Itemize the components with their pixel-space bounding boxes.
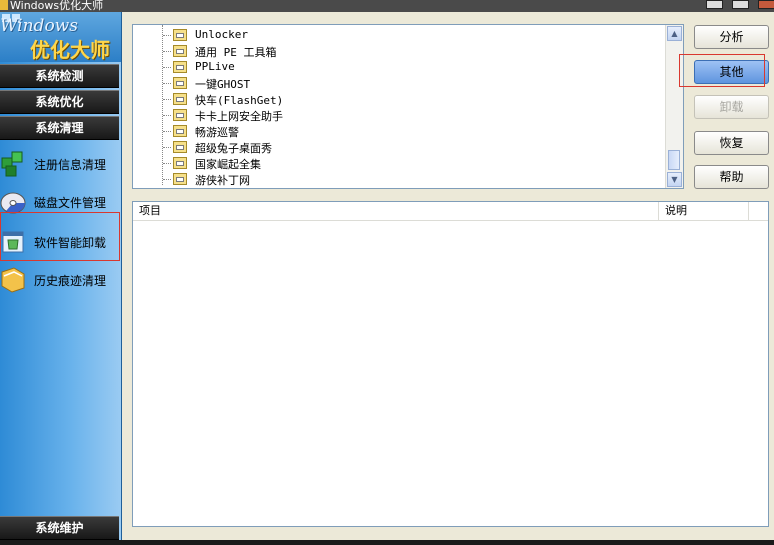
tree-item-label: 一键GHOST: [195, 78, 251, 91]
folder-icon: [173, 125, 187, 137]
section-system-optimization[interactable]: 系统优化: [0, 90, 119, 114]
tree-connector: [163, 51, 171, 52]
tree-item-label: 国家崛起全集: [195, 158, 261, 171]
tree-item-label: 卡卡上网安全助手: [195, 110, 283, 123]
folder-icon: [173, 77, 187, 89]
tree-connector: [163, 147, 171, 148]
logo-text-windows: Windows: [0, 16, 78, 36]
tree-item-label: 通用 PE 工具箱: [195, 46, 277, 59]
column-header-item[interactable]: 项目: [133, 202, 659, 220]
folder-icon: [173, 141, 187, 153]
tree-item-label: 游侠补丁网: [195, 174, 250, 187]
logo-text-name: 优化大师: [30, 38, 110, 62]
help-button[interactable]: 帮助: [694, 165, 769, 189]
tree-connector: [163, 179, 171, 180]
sidebar-item-label: 磁盘文件管理: [34, 196, 107, 210]
status-bar: [0, 540, 774, 545]
section-system-cleanup[interactable]: 系统清理: [0, 116, 119, 140]
scroll-thumb[interactable]: [668, 150, 680, 170]
sidebar-item-label: 历史痕迹清理: [34, 274, 107, 288]
folder-icon: [173, 157, 187, 169]
folder-icon: [173, 29, 187, 41]
tree-connector: [163, 83, 171, 84]
section-system-detection[interactable]: 系统检测: [0, 64, 119, 88]
highlight-box-sidebar: [0, 212, 120, 261]
close-button[interactable]: [758, 0, 774, 9]
folder-icon: [173, 61, 187, 73]
scroll-down-icon[interactable]: ▼: [667, 172, 682, 187]
tree-vertical-scrollbar[interactable]: ▲ ▼: [665, 25, 683, 188]
details-list: 项目 说明: [132, 201, 769, 527]
sidebar: Windows 优化大师 系统检测 系统优化 系统清理 注册信息清理 磁盘文件管…: [0, 12, 122, 540]
tree-item-label: 超级兔子桌面秀: [195, 142, 272, 155]
tree-connector: [163, 131, 171, 132]
column-header-description[interactable]: 说明: [659, 202, 749, 220]
folder-icon: [173, 93, 187, 105]
restore-button[interactable]: 恢复: [694, 131, 769, 155]
highlight-box-other: [679, 54, 765, 87]
app-logo: Windows 优化大师: [0, 12, 121, 62]
history-icon: [1, 267, 25, 293]
sidebar-item-registry-cleanup[interactable]: 注册信息清理: [0, 146, 119, 182]
maximize-button[interactable]: [732, 0, 749, 9]
folder-icon: [173, 45, 187, 57]
scroll-up-icon[interactable]: ▲: [667, 26, 682, 41]
tree-item-label: Unlocker: [195, 28, 248, 41]
folder-icon: [173, 173, 187, 185]
analyze-button[interactable]: 分析: [694, 25, 769, 49]
registry-icon: [1, 151, 23, 177]
tree-connector: [163, 67, 171, 68]
title-bar: Windows优化大师: [0, 0, 774, 12]
software-tree: Unlocker 通用 PE 工具箱 PPLive 一键GHOST 快车(Fla…: [132, 24, 684, 189]
tree-item-label: PPLive: [195, 60, 235, 73]
folder-icon: [173, 109, 187, 121]
tree-connector: [163, 163, 171, 164]
tree-connector: [163, 35, 171, 36]
sidebar-item-label: 注册信息清理: [34, 158, 107, 172]
app-icon: [0, 0, 8, 10]
tree-item-label: 畅游巡警: [195, 126, 239, 139]
section-system-maintenance[interactable]: 系统维护: [0, 516, 119, 540]
tree-item-label: 快车(FlashGet): [195, 94, 284, 107]
uninstall-button[interactable]: 卸载: [694, 95, 769, 119]
tree-connector: [163, 99, 171, 100]
tree-connector: [163, 115, 171, 116]
tree-connector-line: [162, 25, 163, 185]
list-header: 项目 说明: [133, 202, 768, 221]
sidebar-item-history-cleanup[interactable]: 历史痕迹清理: [0, 262, 119, 298]
minimize-button[interactable]: [706, 0, 723, 9]
